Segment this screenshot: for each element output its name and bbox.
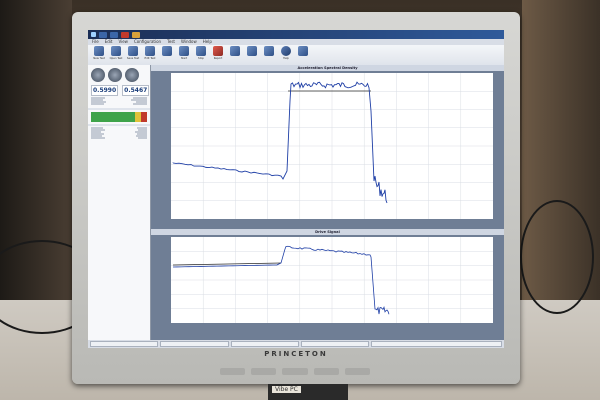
toolbar-label: Save Test	[126, 57, 140, 60]
params-list	[88, 126, 150, 140]
toolbar-help-button[interactable]: Help	[279, 46, 293, 66]
export-icon	[264, 46, 274, 56]
settings-icon	[162, 46, 172, 56]
sticker-label: Vibe PC	[272, 386, 301, 393]
graph-icon	[230, 46, 240, 56]
toolbar-label: Report	[213, 57, 223, 60]
menu-file[interactable]: File	[92, 39, 99, 45]
menu-window[interactable]: Window	[181, 39, 197, 45]
toolbar-export-button[interactable]	[262, 46, 276, 66]
window-tab-4[interactable]	[132, 31, 140, 38]
menu-configuration[interactable]: Configuration	[134, 39, 161, 45]
monitor-brand: PRINCETON	[264, 350, 328, 358]
status-bar	[88, 340, 504, 348]
toolbar-label: Edit Test	[144, 57, 156, 60]
toolbar-stop-button[interactable]: Stop	[194, 46, 208, 66]
status-values	[88, 96, 150, 106]
status-panel	[300, 341, 370, 347]
window-tab-3[interactable]	[121, 31, 129, 38]
stop-icon	[196, 46, 206, 56]
monitor-buttons[interactable]	[220, 368, 371, 375]
toolbar-settings-button[interactable]	[160, 46, 174, 66]
status-panel	[90, 341, 159, 347]
options-icon	[298, 46, 308, 56]
menu-help[interactable]: Help	[203, 39, 212, 45]
toolbar-save-test-button[interactable]: Save Test	[126, 46, 140, 66]
readout-2-value: 0.5467	[124, 87, 148, 94]
meter-section-title	[88, 108, 150, 110]
window-tab-2[interactable]	[110, 31, 118, 38]
toolbar-new-test-button[interactable]: New Test	[92, 46, 106, 66]
layout-icon	[247, 46, 257, 56]
new-test-icon	[94, 46, 104, 56]
app-screen: File Edit View Configuration Test Window Help …	[88, 30, 504, 348]
toolbar-edit-test-button[interactable]: Edit Test	[143, 46, 157, 66]
toolbar-label: New Test	[93, 57, 105, 60]
toolbar-report-button[interactable]: Report	[211, 46, 225, 66]
window-tab-1[interactable]	[99, 31, 107, 38]
help-icon	[281, 46, 291, 56]
drive-plot[interactable]	[151, 235, 504, 331]
toolbar-label: Start	[180, 57, 188, 60]
title-bar	[88, 30, 504, 39]
toolbar-graph-button[interactable]	[228, 46, 242, 66]
level-meter	[91, 112, 147, 122]
readout-2: 0.5467	[122, 85, 150, 96]
plot-area: Acceleration Spectral Density Drive Sign…	[151, 65, 504, 340]
app-icon	[91, 32, 96, 37]
edit-test-icon	[145, 46, 155, 56]
toolbar-label: Help	[283, 57, 289, 60]
toolbar-layout-button[interactable]	[245, 46, 259, 66]
toolbar-start-button[interactable]: Start	[177, 46, 191, 66]
menu-view[interactable]: View	[118, 39, 128, 45]
toolbar-open-test-button[interactable]: Open Test	[109, 46, 123, 66]
status-panel	[371, 341, 502, 347]
level-dial-icon[interactable]	[91, 68, 105, 82]
status-panel	[230, 341, 299, 347]
save-test-icon	[128, 46, 138, 56]
speed-dial-icon[interactable]	[108, 68, 122, 82]
toolbar-label: Stop	[198, 57, 204, 60]
start-icon	[179, 46, 189, 56]
status-panel	[160, 341, 229, 347]
open-test-icon	[111, 46, 121, 56]
readout-1: 0.5990	[91, 85, 119, 96]
cable	[520, 200, 594, 314]
readout-1-value: 0.5990	[93, 87, 117, 94]
control-sidebar: 0.5990 0.5467	[88, 65, 151, 340]
report-icon	[213, 46, 223, 56]
drive-dial-icon[interactable]	[125, 68, 139, 82]
toolbar-label: Open Test	[109, 57, 123, 60]
toolbar-options-button[interactable]	[296, 46, 310, 66]
asd-plot[interactable]	[151, 71, 504, 227]
menu-edit[interactable]: Edit	[105, 39, 113, 45]
menu-test[interactable]: Test	[167, 39, 175, 45]
